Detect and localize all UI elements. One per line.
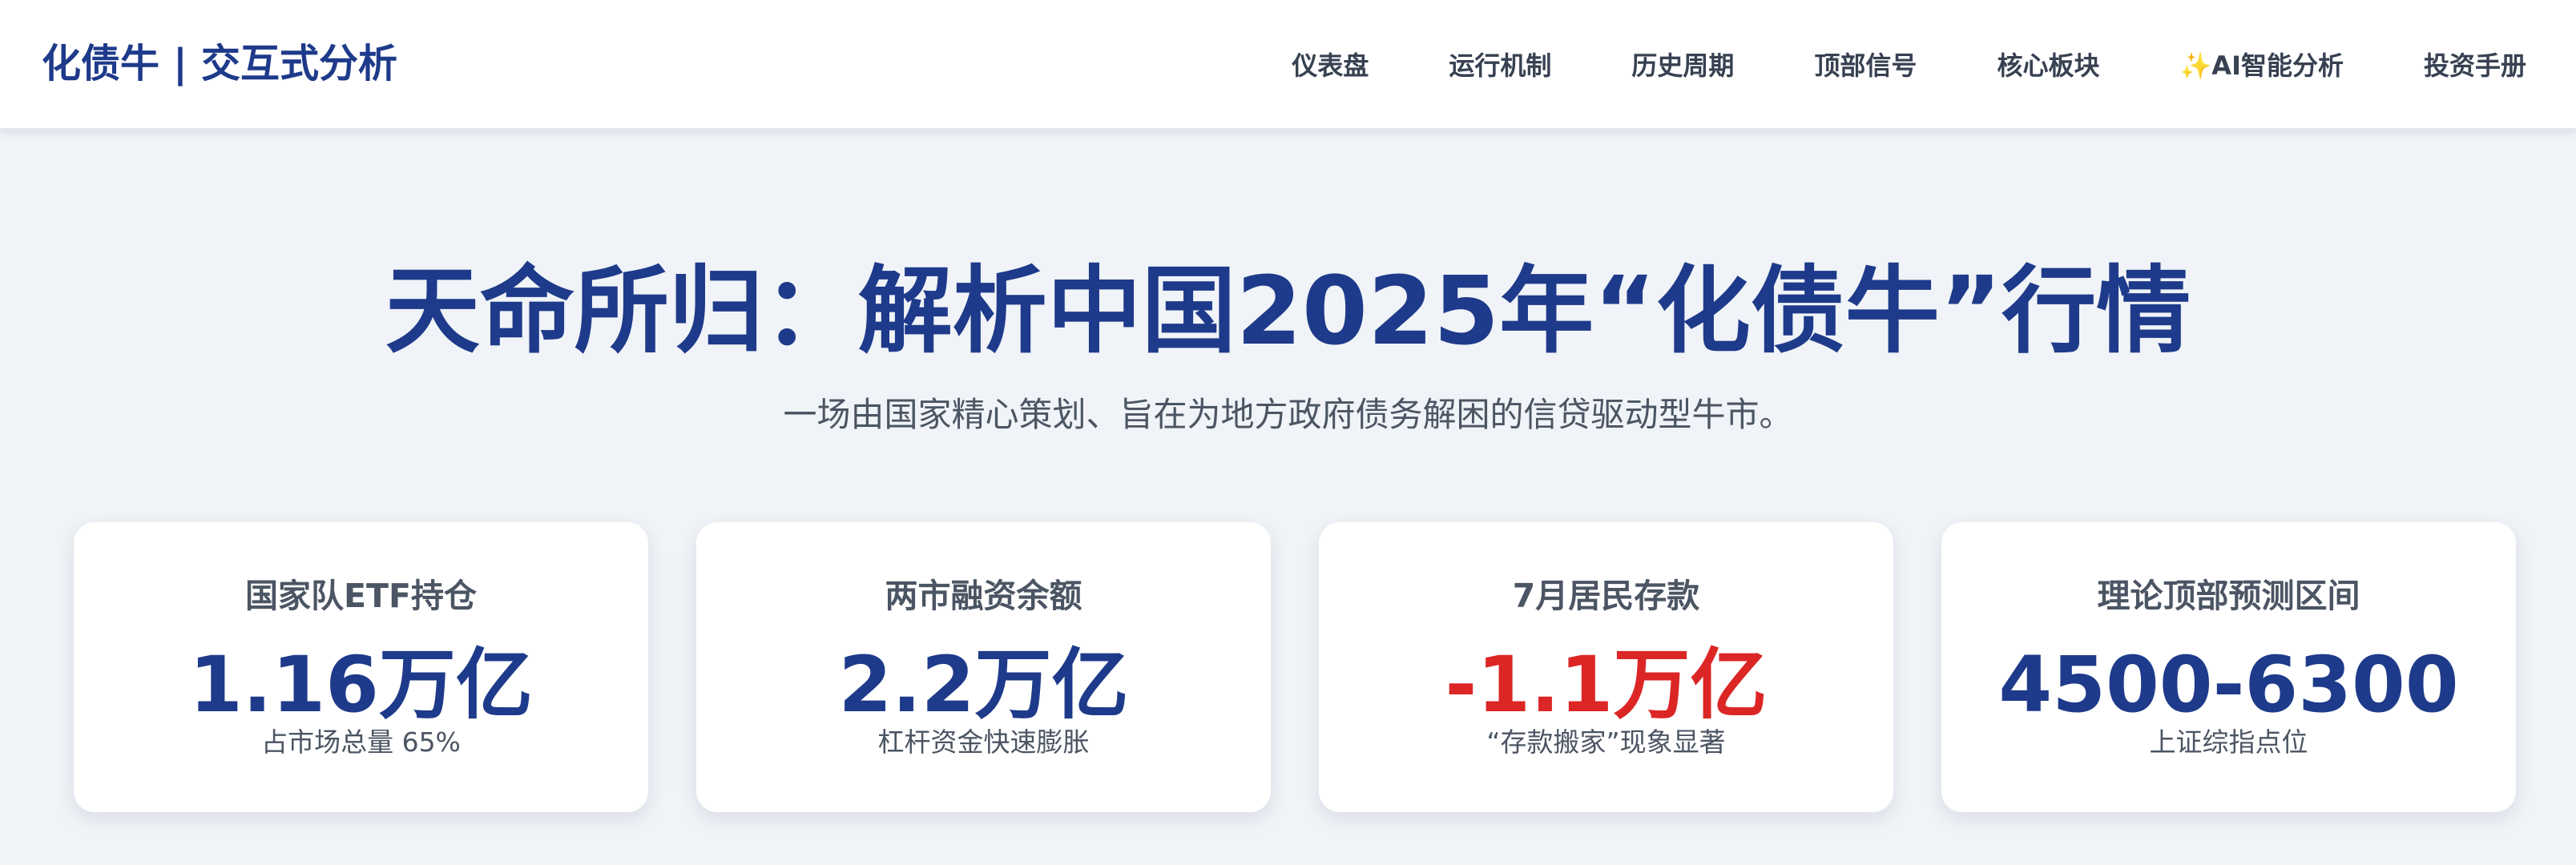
stat-card-note: 上证综指点位 [2149, 726, 2308, 758]
stat-card-national-team-etf: 国家队ETF持仓 1.16万亿 占市场总量 65% [74, 522, 648, 812]
stat-card-value: -1.1万亿 [1445, 640, 1768, 730]
stat-card-household-deposits: 7月居民存款 -1.1万亿 “存款搬家”现象显著 [1319, 522, 1893, 812]
nav-link-ai-analysis[interactable]: ✨AI智能分析 [2179, 46, 2344, 82]
nav-link-core-sectors[interactable]: 核心板块 [1997, 46, 2099, 82]
stat-card-note: “存款搬家”现象显著 [1486, 726, 1726, 758]
stat-card-value: 2.2万亿 [838, 640, 1129, 730]
stat-card-label: 理论顶部预测区间 [2097, 577, 2360, 615]
stat-card-value: 4500-6300 [1998, 640, 2459, 730]
nav-link-ai-analysis-label: AI智能分析 [2211, 50, 2344, 81]
nav-menu: 仪表盘 运行机制 历史周期 顶部信号 核心板块 ✨AI智能分析 投资手册 [1292, 0, 2526, 128]
sparkle-icon: ✨ [2179, 50, 2212, 81]
nav-link-top-signals[interactable]: 顶部信号 [1814, 46, 1917, 82]
stat-card-margin-financing: 两市融资余额 2.2万亿 杠杆资金快速膨胀 [696, 522, 1271, 812]
stat-card-label: 国家队ETF持仓 [245, 577, 477, 615]
stat-card-note: 占市场总量 65% [261, 726, 461, 758]
stat-card-value: 1.16万亿 [189, 640, 533, 730]
top-navbar: 化债牛 | 交互式分析 仪表盘 运行机制 历史周期 顶部信号 核心板块 ✨AI智… [0, 0, 2576, 129]
stat-cards: 国家队ETF持仓 1.16万亿 占市场总量 65% 两市融资余额 2.2万亿 杠… [74, 522, 2516, 812]
stat-card-top-forecast-range: 理论顶部预测区间 4500-6300 上证综指点位 [1941, 522, 2516, 812]
stat-card-label: 7月居民存款 [1512, 577, 1700, 615]
hero-subtitle: 一场由国家精心策划、旨在为地方政府债务解困的信贷驱动型牛市。 [783, 395, 1793, 434]
stat-card-note: 杠杆资金快速膨胀 [877, 726, 1090, 758]
nav-link-dashboard[interactable]: 仪表盘 [1292, 46, 1369, 82]
hero-title: 天命所归：解析中国2025年“化债牛”行情 [385, 255, 2191, 366]
nav-link-investment-handbook[interactable]: 投资手册 [2424, 46, 2526, 82]
stat-card-label: 两市融资余额 [885, 577, 1082, 615]
nav-link-mechanism[interactable]: 运行机制 [1449, 46, 1551, 82]
nav-link-history-cycles[interactable]: 历史周期 [1631, 46, 1734, 82]
brand-title[interactable]: 化债牛 | 交互式分析 [42, 0, 397, 128]
